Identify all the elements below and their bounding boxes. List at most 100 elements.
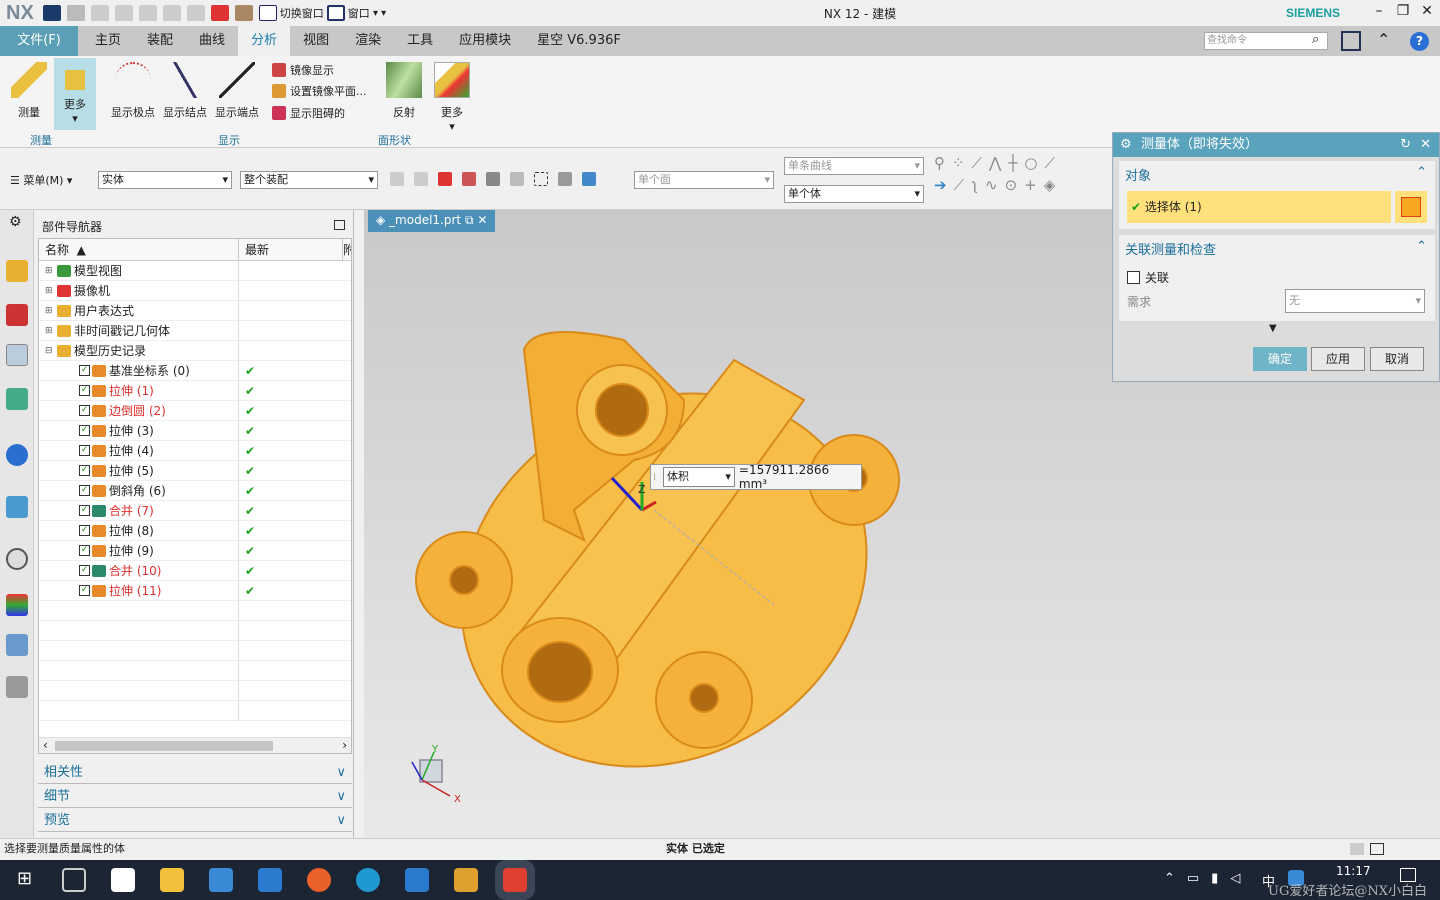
feature-checkbox[interactable]: ✓ [79,405,90,416]
more-options-icon[interactable]: ▼ [1269,323,1277,334]
feature-checkbox[interactable]: ✓ [79,365,90,376]
measure-button[interactable]: 测量 [8,58,50,120]
tree-row[interactable]: ⊞ 用户表达式 [39,300,351,321]
panel-dependencies[interactable]: 相关性 ∨ [38,762,352,784]
copy-icon[interactable] [138,5,157,21]
touch-mode-icon[interactable] [210,5,229,21]
tree-row[interactable]: ✓ 拉伸 (5) ✔ [39,460,351,481]
feature-checkbox[interactable]: ✓ [79,545,90,556]
app-icon[interactable] [453,868,478,892]
mirror-display-button[interactable]: 镜像显示 [272,62,334,78]
column-latest[interactable]: 最新 [239,239,343,260]
tree-row[interactable]: ✓ 合并 (7) ✔ [39,500,351,521]
measure-type-select[interactable]: 体积 ▾ [662,467,735,487]
tab-curve[interactable]: 曲线 [186,26,238,56]
help-icon[interactable]: ? [1410,32,1429,51]
expand-icon[interactable]: ⊞ [45,306,57,316]
show-poles-button[interactable]: 显示极点 [108,58,158,120]
file-menu[interactable]: 文件(F) [0,26,78,56]
feature-checkbox[interactable]: ✓ [79,565,90,576]
settings-icon[interactable]: ⚙ [9,214,22,230]
clock[interactable]: 11:17 [1336,864,1371,878]
select-icon[interactable] [510,172,524,186]
tree-row[interactable]: ✓ 拉伸 (4) ✔ [39,440,351,461]
command-search-input[interactable]: 查找命令 [1204,32,1328,50]
feature-checkbox[interactable]: ✓ [79,585,90,596]
firefox-icon[interactable] [306,868,331,892]
tree-row[interactable]: ⊟ 模型历史记录 [39,340,351,361]
cut-icon[interactable] [114,5,133,21]
tab-applications[interactable]: 应用模块 [446,26,524,56]
type-filter-select[interactable]: 实体 [98,171,232,189]
panel-details[interactable]: 细节 ∨ [38,786,352,808]
part-model[interactable] [393,321,935,838]
feature-checkbox[interactable]: ✓ [79,525,90,536]
tray-icons[interactable]: ⌃▭▮◁ [1164,871,1252,886]
view-icon[interactable] [558,172,572,186]
tab-view[interactable]: 视图 [290,26,342,56]
nx-taskbar-icon[interactable] [502,868,527,892]
tree-row[interactable]: ✓ 拉伸 (3) ✔ [39,420,351,441]
restore-button[interactable]: ❐ [1392,3,1414,19]
reset-icon[interactable]: ↻ [1400,133,1411,157]
undo-icon[interactable] [66,5,85,21]
set-mirror-plane-button[interactable]: 设置镜像平面... [272,83,367,99]
tree-row[interactable]: ✓ 倒斜角 (6) ✔ [39,480,351,501]
feature-checkbox[interactable]: ✓ [79,425,90,436]
column-extra[interactable]: 附 [343,239,351,260]
face-rule-select[interactable]: 单个面 [634,171,774,189]
snap-point-icons[interactable]: ➔⟋ʅ∿⊙+◈ [934,176,1062,194]
redo-icon[interactable] [90,5,109,21]
expand-icon[interactable]: ⊟ [45,346,57,356]
tree-row[interactable]: ✓ 拉伸 (9) ✔ [39,540,351,561]
close-button[interactable]: ✕ [1416,3,1438,19]
select-body-row[interactable]: ✔ 选择体 (1) [1127,191,1391,223]
window-menu[interactable]: 窗口 [348,5,370,21]
system-scene-icon[interactable] [6,676,28,698]
task-view-icon[interactable] [61,868,86,892]
feature-checkbox[interactable]: ✓ [79,385,90,396]
media-player-icon[interactable] [110,868,135,892]
feature-checkbox[interactable]: ✓ [79,465,90,476]
tab-tools[interactable]: 工具 [394,26,446,56]
tree-row[interactable]: ⊞ 摄像机 [39,280,351,301]
repeat-icon[interactable] [186,5,205,21]
select-body-button[interactable] [1395,191,1427,223]
store-icon[interactable] [208,868,233,892]
feature-checkbox[interactable]: ✓ [79,445,90,456]
snap-icon[interactable] [414,172,428,186]
select-feature-icon[interactable] [438,172,452,186]
requirement-select[interactable]: 无 [1285,289,1425,313]
expand-icon[interactable]: ⊞ [45,266,57,276]
tree-row[interactable]: ⊞ 非时间戳记几何体 [39,320,351,341]
tree-row[interactable]: ⊞ 模型视图 [39,260,351,281]
scrollbar-thumb[interactable] [55,741,273,751]
show-ends-button[interactable]: 显示端点 [212,58,262,120]
assembly-navigator-icon[interactable] [6,260,28,282]
expand-icon[interactable]: ⊞ [45,326,57,336]
tab-home[interactable]: 主页 [82,26,134,56]
selection-scope-select[interactable]: 整个装配 [240,171,378,189]
switch-window-button[interactable]: 切换窗口 [280,5,324,21]
more-face-shape-button[interactable]: 更多 ▾ [432,58,472,133]
expand-icon[interactable]: ⊞ [45,286,57,296]
panel-preview[interactable]: 预览 ∨ [38,810,352,832]
associative-section-header[interactable]: 关联测量和检查 ⌃ [1119,235,1435,262]
horizontal-scrollbar[interactable]: ‹ › [39,737,351,753]
search-icon[interactable]: ⌕ [1312,32,1319,47]
edge-icon[interactable] [355,868,380,892]
maximize-panel-icon[interactable] [334,220,345,230]
save-icon[interactable] [42,5,61,21]
curve-rule-select[interactable]: 单条曲线 [784,157,924,175]
scroll-left-icon[interactable]: ‹ [43,738,48,752]
tab-render[interactable]: 渲染 [342,26,394,56]
reuse-library-icon[interactable] [6,388,28,410]
menu-button[interactable]: ☰ 菜单(M) ▾ [10,172,72,188]
paste-icon[interactable] [162,5,181,21]
window-icon[interactable] [326,5,345,21]
point-icon[interactable] [462,172,476,186]
feature-checkbox[interactable]: ✓ [79,505,90,516]
web-browser-icon[interactable] [6,496,28,518]
start-icon[interactable]: ⊞ [13,868,37,892]
scroll-right-icon[interactable]: › [342,738,347,752]
